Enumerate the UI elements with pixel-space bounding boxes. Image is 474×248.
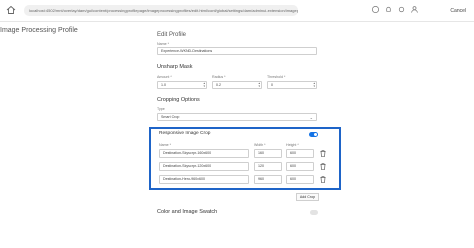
color-swatch-title: Color and Image Swatch (157, 209, 218, 215)
help-icon[interactable] (371, 5, 380, 14)
crop-row-2-name[interactable]: Destination-Skyscrpr-120x600 (159, 162, 249, 171)
crop-type-value: Smart Crop (161, 115, 180, 119)
radius-stepper[interactable]: ▴ ▾ (258, 82, 260, 88)
threshold-field[interactable]: 0 ▴ ▾ (267, 81, 317, 89)
amount-label: Amount * (157, 75, 172, 79)
crop-row-3-name[interactable]: Destination-Hero-960x600 (159, 175, 249, 184)
crop-row-1-width[interactable]: 160 (254, 149, 282, 158)
crop-row-2-delete-icon[interactable] (320, 163, 326, 170)
top-bar: localhost:4502/mnt/overlay/dam/gui/conte… (0, 0, 474, 22)
threshold-stepper[interactable]: ▴ ▾ (313, 82, 315, 88)
responsive-crop-title: Responsive Image Crop (159, 131, 211, 136)
amount-field[interactable]: 1.0 ▴ ▾ (157, 81, 207, 89)
crop-row-3-height[interactable]: 600 (286, 175, 314, 184)
page-title: Image Processing Profile (0, 27, 78, 34)
address-bar[interactable]: localhost:4502/mnt/overlay/dam/gui/conte… (24, 5, 298, 16)
crop-row-2-height[interactable]: 600 (286, 162, 314, 171)
user-icon[interactable] (410, 5, 419, 14)
radius-value: 0.2 (216, 83, 221, 87)
unsharp-mask-title: Unsharp Mask (157, 64, 193, 70)
crop-height-header: Height * (286, 143, 299, 147)
amount-value: 1.0 (161, 83, 166, 87)
cropping-options-title: Cropping Options (157, 97, 200, 103)
crop-row-1-delete-icon[interactable] (320, 150, 326, 157)
name-label: Name * (157, 42, 169, 46)
crop-row-3-width[interactable]: 960 (254, 175, 282, 184)
radius-label: Radius * (212, 75, 226, 79)
bell-icon[interactable] (384, 5, 393, 14)
edit-profile-title: Edit Profile (157, 32, 187, 38)
threshold-label: Threshold * (267, 75, 286, 79)
crop-row-1-name[interactable]: Destination-Skyscrpr-160x600 (159, 149, 249, 158)
settings-icon[interactable] (397, 5, 406, 14)
chevron-down-icon: ⌄ (309, 115, 313, 120)
name-field[interactable]: Experience-WKND-Destinations (157, 47, 317, 55)
responsive-crop-toggle[interactable] (309, 132, 318, 137)
cancel-button[interactable]: Cancel (450, 8, 466, 14)
home-icon[interactable] (6, 5, 16, 15)
crop-type-select[interactable]: Smart Crop ⌄ (157, 113, 317, 121)
crop-type-label: Type (157, 107, 165, 111)
amount-stepper[interactable]: ▴ ▾ (203, 82, 205, 88)
crop-row-2-width[interactable]: 120 (254, 162, 282, 171)
crop-row-3-delete-icon[interactable] (320, 176, 326, 183)
crop-width-header: Width * (254, 143, 266, 147)
crop-row-1-height[interactable]: 600 (286, 149, 314, 158)
crop-name-header: Name * (159, 143, 171, 147)
add-crop-button[interactable]: Add Crop (296, 193, 319, 201)
radius-field[interactable]: 0.2 ▴ ▾ (212, 81, 262, 89)
threshold-value: 0 (271, 83, 273, 87)
color-swatch-toggle[interactable] (310, 210, 318, 215)
